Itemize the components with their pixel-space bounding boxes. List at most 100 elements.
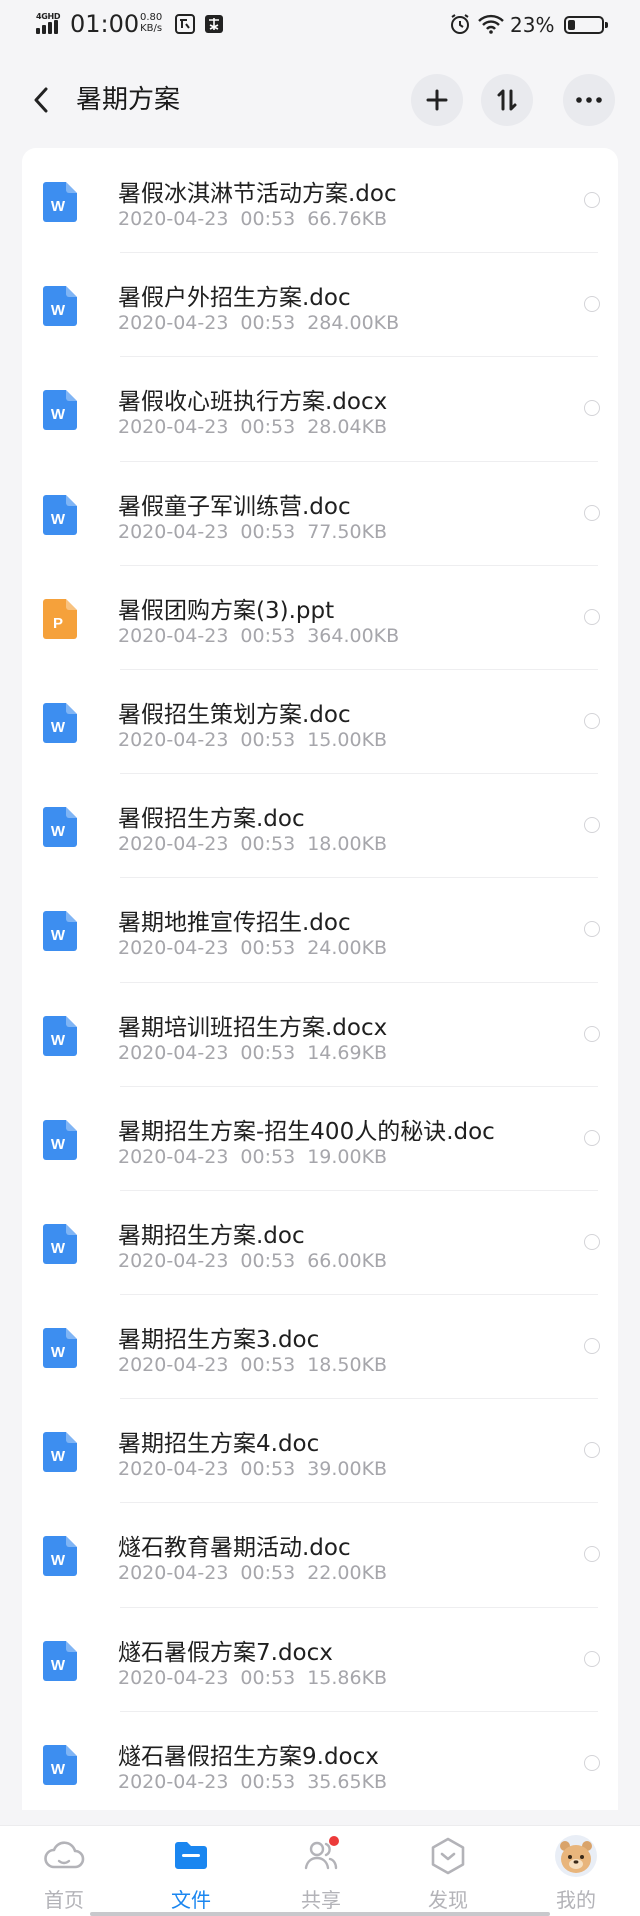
file-date: 2020-04-23 (118, 624, 229, 647)
more-button[interactable] (563, 74, 615, 126)
network-speed: 0.80 KB/s (140, 12, 163, 34)
add-button[interactable] (411, 74, 463, 126)
file-date: 2020-04-23 (118, 416, 229, 439)
file-name: 暑假冰淇淋节活动方案.doc (118, 181, 397, 207)
file-name: 暑假招生策划方案.doc (118, 701, 351, 728)
file-size: 15.00KB (307, 728, 388, 751)
nav-item-me[interactable]: 我的 (521, 1826, 631, 1916)
battery-percent: 23% (510, 13, 555, 37)
file-row[interactable]: W 暑期招生方案4.doc 2020-04-23 00:53 39.00KB (22, 1398, 618, 1502)
file-name: 暑期招生方案3.doc (118, 1327, 320, 1354)
nav-item-home[interactable]: 首页 (9, 1826, 119, 1916)
select-checkbox[interactable] (584, 1754, 600, 1771)
file-date: 2020-04-23 (118, 520, 229, 543)
file-size: 18.00KB (307, 833, 388, 856)
word-file-icon: W (43, 390, 77, 431)
select-checkbox[interactable] (584, 1546, 600, 1563)
file-row[interactable]: W 燧石教育暑期活动.doc 2020-04-23 00:53 22.00KB (22, 1502, 618, 1606)
file-row[interactable]: W 暑假户外招生方案.doc 2020-04-23 00:53 284.00KB (22, 252, 618, 356)
more-icon (576, 97, 602, 103)
header: 暑期方案 (0, 50, 640, 148)
word-file-icon: W (43, 1328, 77, 1369)
file-row[interactable]: W 暑期招生方案-招生400人的秘诀.doc 2020-04-23 00:53 19.0… (22, 1085, 618, 1190)
file-date: 2020-04-23 (118, 1145, 229, 1168)
svg-text:W: W (51, 1657, 66, 1674)
file-row[interactable]: W 暑假冰淇淋节活动方案.doc 2020-04-23 00:53 66.76KB (22, 148, 618, 252)
select-checkbox[interactable] (584, 1650, 600, 1667)
file-row[interactable]: W 燧石暑假招生方案9.docx 2020-04-23 00:53 35.65KB (22, 1710, 618, 1815)
file-time: 00:53 (240, 1770, 296, 1793)
select-checkbox[interactable] (584, 504, 600, 521)
nav-item-files[interactable]: 文件 (136, 1826, 246, 1916)
file-row[interactable]: W 暑假童子军训练营.doc 2020-04-23 00:53 77.50KB (22, 460, 618, 565)
select-checkbox[interactable] (584, 296, 600, 313)
file-name: 暑假户外招生方案.doc (118, 285, 351, 312)
file-time: 00:53 (240, 208, 296, 230)
file-meta: 2020-04-23 00:53 364.00KB (118, 625, 399, 647)
sort-button[interactable] (481, 74, 533, 126)
plus-icon (426, 89, 448, 111)
file-meta: 2020-04-23 00:53 77.50KB (118, 521, 387, 543)
select-checkbox[interactable] (584, 921, 600, 938)
file-size: 24.00KB (307, 937, 388, 960)
word-file-icon: W (43, 1119, 77, 1160)
file-time: 00:53 (240, 520, 296, 543)
svg-text:W: W (51, 1761, 66, 1778)
file-row[interactable]: W 暑期地推宣传招生.doc 2020-04-23 00:53 24.00KB (22, 877, 618, 981)
back-button[interactable] (26, 80, 56, 120)
file-date: 2020-04-23 (118, 937, 229, 960)
chevron-left-icon (34, 87, 48, 113)
file-row[interactable]: W 暑假招生方案.doc 2020-04-23 00:53 18.00KB (22, 773, 618, 877)
file-meta: 2020-04-23 00:53 15.00KB (118, 729, 387, 751)
file-name: 暑期招生方案.doc (118, 1222, 305, 1249)
battery-level (568, 20, 576, 30)
file-row[interactable]: P 暑假团购方案(3).ppt 2020-04-23 00:53 364.00KB (22, 564, 618, 669)
file-name: 暑期地推宣传招生.doc (118, 910, 351, 937)
file-size: 18.50KB (307, 1354, 388, 1377)
home-indicator (90, 1912, 550, 1916)
file-meta: 2020-04-23 00:53 15.86KB (118, 1667, 387, 1689)
file-size: 28.04KB (307, 416, 388, 439)
svg-text:W: W (51, 198, 66, 215)
file-row[interactable]: W 燧石暑假方案7.docx 2020-04-23 00:53 15.86KB (22, 1606, 618, 1711)
file-meta: 2020-04-23 00:53 24.00KB (118, 937, 387, 959)
file-time: 00:53 (240, 1249, 296, 1272)
cloud-icon (44, 1841, 85, 1869)
file-row[interactable]: W 暑期招生方案.doc 2020-04-23 00:53 66.00KB (22, 1189, 618, 1294)
file-meta: 2020-04-23 00:53 19.00KB (118, 1146, 387, 1168)
select-checkbox[interactable] (584, 192, 600, 208)
select-checkbox[interactable] (584, 608, 600, 625)
file-meta: 2020-04-23 00:53 284.00KB (118, 312, 399, 334)
file-name: 暑期招生方案-招生400人的秘诀.doc (118, 1118, 495, 1145)
select-checkbox[interactable] (584, 1233, 600, 1250)
file-date: 2020-04-23 (118, 728, 229, 751)
select-checkbox[interactable] (584, 817, 600, 834)
file-time: 00:53 (240, 1354, 296, 1377)
file-time: 00:53 (240, 1666, 296, 1689)
nav-item-discover[interactable]: 发现 (393, 1826, 503, 1916)
select-checkbox[interactable] (584, 1338, 600, 1355)
file-name: 燧石暑假方案7.docx (118, 1639, 333, 1666)
file-size: 77.50KB (307, 520, 388, 543)
select-checkbox[interactable] (584, 1442, 600, 1459)
file-time: 00:53 (240, 1041, 296, 1064)
file-row[interactable]: W 暑期培训班招生方案.docx 2020-04-23 00:53 14.69KB (22, 981, 618, 1086)
select-checkbox[interactable] (584, 712, 600, 729)
file-name: 暑假收心班执行方案.docx (118, 389, 388, 416)
word-file-icon: W (43, 911, 77, 952)
word-file-icon: W (43, 286, 77, 327)
word-file-icon: W (43, 1015, 77, 1056)
select-checkbox[interactable] (584, 1025, 600, 1042)
select-checkbox[interactable] (584, 1129, 600, 1146)
file-size: 284.00KB (307, 312, 400, 335)
nav-item-share[interactable]: 共享 (266, 1826, 376, 1916)
file-meta: 2020-04-23 00:53 39.00KB (118, 1458, 387, 1480)
notification-badge (329, 1836, 339, 1846)
file-size: 66.76KB (307, 208, 388, 230)
file-row[interactable]: W 暑假收心班执行方案.docx 2020-04-23 00:53 28.04KB (22, 356, 618, 460)
select-checkbox[interactable] (584, 400, 600, 417)
file-row[interactable]: W 暑期招生方案3.doc 2020-04-23 00:53 18.50KB (22, 1294, 618, 1398)
file-row[interactable]: W 暑假招生策划方案.doc 2020-04-23 00:53 15.00KB (22, 668, 618, 773)
file-size: 35.65KB (307, 1770, 388, 1793)
notification-app-icon (175, 14, 195, 34)
